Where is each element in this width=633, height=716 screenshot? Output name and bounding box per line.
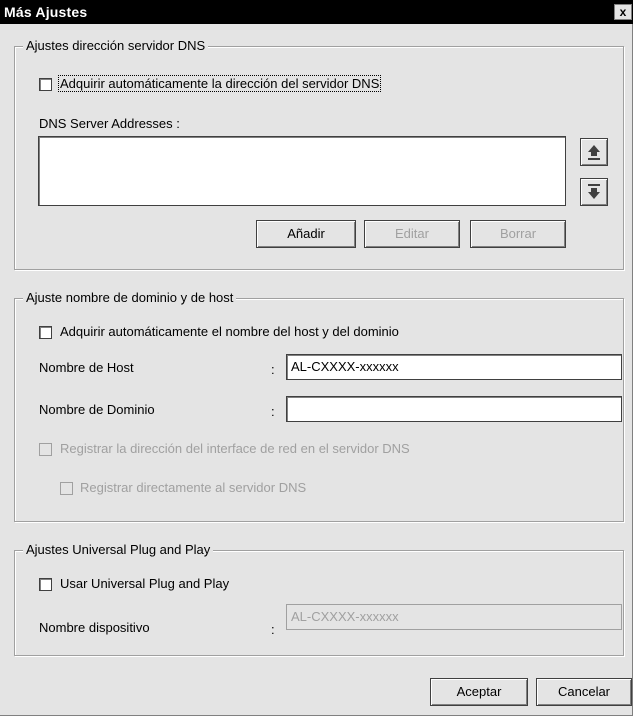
- host-auto-checkbox[interactable]: [39, 326, 52, 339]
- host-name-label: Nombre de Host: [39, 360, 134, 375]
- add-button[interactable]: Añadir: [256, 220, 356, 248]
- register-direct-checkbox[interactable]: [60, 482, 73, 495]
- cancel-button[interactable]: Cancelar: [536, 678, 632, 706]
- register-dns-checkbox[interactable]: [39, 443, 52, 456]
- domain-name-label: Nombre de Dominio: [39, 402, 155, 417]
- dns-addresses-list[interactable]: [38, 136, 566, 206]
- arrow-down-icon: [588, 184, 600, 199]
- move-down-button[interactable]: [580, 178, 608, 206]
- title-bar[interactable]: Más Ajustes x: [0, 0, 633, 24]
- dns-auto-checkbox[interactable]: [39, 78, 52, 91]
- domain-name-colon: :: [271, 404, 275, 419]
- dns-addresses-label: DNS Server Addresses :: [39, 116, 180, 131]
- window-title: Más Ajustes: [4, 4, 88, 20]
- delete-button[interactable]: Borrar: [470, 220, 566, 248]
- arrow-up-icon: [588, 145, 600, 160]
- upnp-group: Ajustes Universal Plug and Play: [14, 542, 624, 656]
- host-name-field[interactable]: AL-CXXXX-xxxxxx: [286, 354, 622, 380]
- move-up-button[interactable]: [580, 138, 608, 166]
- domain-name-field[interactable]: [286, 396, 622, 422]
- register-direct-label[interactable]: Registrar directamente al servidor DNS: [80, 480, 306, 495]
- edit-button[interactable]: Editar: [364, 220, 460, 248]
- upnp-legend: Ajustes Universal Plug and Play: [23, 542, 214, 557]
- upnp-label[interactable]: Usar Universal Plug and Play: [60, 576, 229, 591]
- dns-settings-legend: Ajustes dirección servidor DNS: [23, 38, 209, 53]
- device-name-field[interactable]: AL-CXXXX-xxxxxx: [286, 604, 622, 630]
- ok-button[interactable]: Aceptar: [430, 678, 528, 706]
- dialog-window: Más Ajustes x Ajustes dirección servidor…: [0, 0, 633, 716]
- host-domain-legend: Ajuste nombre de dominio y de host: [23, 290, 237, 305]
- host-auto-label[interactable]: Adquirir automáticamente el nombre del h…: [60, 324, 399, 339]
- device-name-label: Nombre dispositivo: [39, 620, 150, 635]
- host-name-colon: :: [271, 362, 275, 377]
- device-name-colon: :: [271, 622, 275, 637]
- upnp-checkbox[interactable]: [39, 578, 52, 591]
- dns-auto-label[interactable]: Adquirir automáticamente la dirección de…: [58, 75, 382, 92]
- close-icon[interactable]: x: [614, 4, 632, 20]
- register-dns-label[interactable]: Registrar la dirección del interface de …: [60, 441, 410, 456]
